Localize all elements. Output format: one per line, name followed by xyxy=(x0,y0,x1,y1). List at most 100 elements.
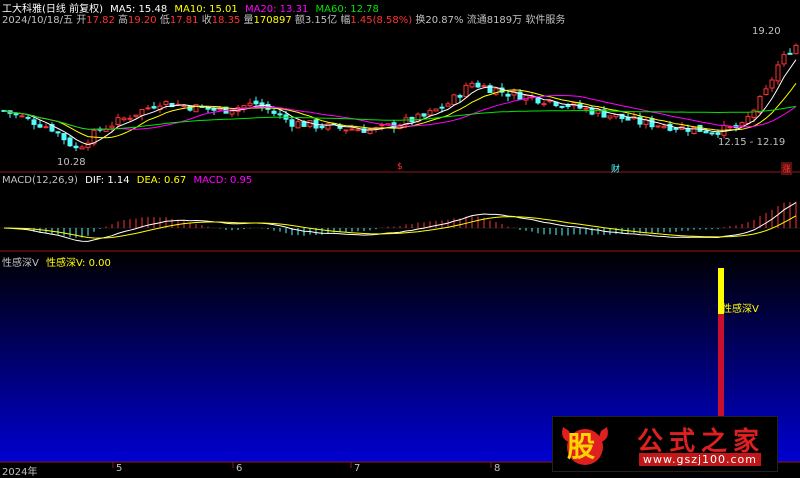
candle-body xyxy=(781,54,787,65)
candle-body xyxy=(583,107,589,110)
candle-body xyxy=(673,127,679,130)
candle-body xyxy=(445,103,451,107)
candle-body xyxy=(787,52,793,55)
candle-body xyxy=(61,133,67,141)
candle-body xyxy=(709,132,715,135)
low-price-label: 10.28 xyxy=(57,157,86,168)
candle-body xyxy=(349,128,355,131)
macd-series xyxy=(0,201,800,242)
candle-body xyxy=(769,79,775,89)
candle-body xyxy=(43,126,49,129)
info-chg: 1.45(8.58%) xyxy=(350,15,413,26)
candle-body xyxy=(19,115,25,118)
candle-body xyxy=(271,110,277,114)
candle-body xyxy=(559,105,565,108)
candle-body xyxy=(505,93,511,97)
candle-body xyxy=(217,108,223,111)
candle-body xyxy=(457,95,463,98)
indicator-title[interactable]: 性感深V xyxy=(2,258,39,269)
indicator-value-label: 性感深V: 0.00 xyxy=(46,258,111,269)
range-price-label: 12.15 - 12.19 xyxy=(718,137,786,148)
watermark-url[interactable]: www.gszj100.com xyxy=(639,453,762,466)
candle-body xyxy=(763,88,769,95)
ma5-line xyxy=(3,59,797,146)
candle-body xyxy=(661,125,667,129)
candle-body xyxy=(133,114,139,117)
candle-body xyxy=(451,94,457,106)
info-close: 18.35 xyxy=(211,15,241,26)
info-high-label: 高 xyxy=(118,15,129,26)
candle-body xyxy=(115,117,121,126)
candle-body xyxy=(145,107,151,110)
candle-body xyxy=(67,137,73,147)
candle-body xyxy=(295,121,301,129)
candle-body xyxy=(355,129,361,132)
info-close-label: 收 xyxy=(201,15,212,26)
candle-body xyxy=(163,100,169,105)
candle-body xyxy=(433,108,439,112)
axis-label-year: 2024年 xyxy=(2,467,38,478)
event-marker-finance[interactable]: 财 xyxy=(611,162,620,175)
indicator-header: 性感深V 性感深V: 0.00 xyxy=(2,254,115,269)
candle-body xyxy=(127,117,133,120)
macd-value-label: MACD: 0.95 xyxy=(193,175,253,186)
candle-body xyxy=(607,115,613,119)
axis-label-may: 5 xyxy=(116,463,123,474)
candle-body xyxy=(427,109,433,116)
candle-body xyxy=(55,131,61,134)
candle-body xyxy=(535,97,541,104)
info-amt-label: 额 xyxy=(294,15,305,26)
info-industry: 软件服务 xyxy=(525,15,566,26)
candle-body xyxy=(79,146,85,150)
watermark[interactable]: 股 公式之家 www.gszj100.com xyxy=(552,416,778,472)
candle-body xyxy=(703,130,709,134)
axis-label-jun: 6 xyxy=(236,463,243,474)
candle-body xyxy=(655,125,661,128)
candle-body xyxy=(13,113,19,116)
candle-body xyxy=(715,132,721,135)
info-amt: 3.15亿 xyxy=(304,15,338,26)
candle-body xyxy=(151,106,157,109)
dea-label: DEA: 0.67 xyxy=(136,175,187,186)
candle-body xyxy=(25,116,31,119)
candle-body xyxy=(793,44,799,55)
candle-body xyxy=(469,82,475,88)
event-marker-dollar[interactable]: $ xyxy=(397,162,403,172)
candle-body xyxy=(229,110,235,115)
candle-body xyxy=(541,103,547,106)
event-marker-rise[interactable]: 涨 xyxy=(781,162,793,175)
info-bar: 2024/10/18/五 开17.82 高19.20 低17.81 收18.35… xyxy=(2,11,565,26)
info-turn: 换20.87% xyxy=(415,15,464,26)
axis-label-jul: 7 xyxy=(354,463,361,474)
candle-body xyxy=(745,115,751,125)
watermark-logo-char: 股 xyxy=(567,430,596,463)
candle-body xyxy=(253,100,259,105)
info-vol-label: 量 xyxy=(243,15,254,26)
candle-body xyxy=(325,123,331,130)
candle-body xyxy=(109,125,115,129)
candle-body xyxy=(475,82,481,88)
candle-body xyxy=(565,104,571,108)
indicator-bar-label: 性感深V xyxy=(722,304,759,315)
macd-title[interactable]: MACD(12,26,9) xyxy=(2,175,78,186)
candle-body xyxy=(463,84,469,98)
candle-body xyxy=(739,122,745,127)
candle-body xyxy=(139,109,145,116)
info-float: 流通8189万 xyxy=(466,15,523,26)
candle-body xyxy=(439,106,445,109)
info-low: 17.81 xyxy=(169,15,199,26)
chart-canvas xyxy=(0,43,800,468)
candle-body xyxy=(31,119,37,125)
candle-body xyxy=(625,117,631,121)
info-vol: 170897 xyxy=(253,15,292,26)
candle-body xyxy=(277,113,283,116)
candle-body xyxy=(181,105,187,108)
axis-label-aug: 8 xyxy=(494,463,501,474)
macd-header: MACD(12,26,9) DIF: 1.14 DEA: 0.67 MACD: … xyxy=(2,175,256,186)
candle-body xyxy=(289,119,295,127)
candle-body xyxy=(37,124,43,128)
candle-body xyxy=(241,105,247,109)
info-low-label: 低 xyxy=(159,15,170,26)
candle-body xyxy=(421,113,427,117)
candle-body xyxy=(247,102,253,107)
